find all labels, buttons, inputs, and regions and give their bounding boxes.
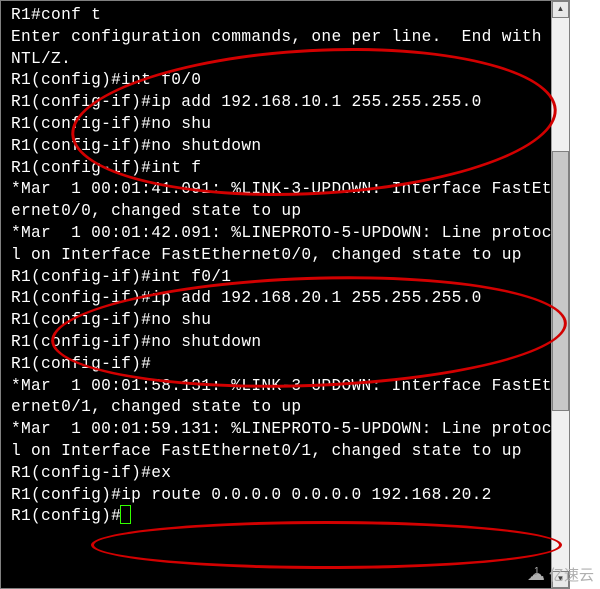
terminal-line: *Mar 1 00:01:58.131: %LINK-3-UPDOWN: Int… xyxy=(11,377,562,417)
scroll-up-button[interactable]: ▲ xyxy=(552,1,569,18)
cloud-icon: ☁ xyxy=(527,564,545,585)
watermark: ☁ 亿速云 xyxy=(527,564,594,585)
terminal-line: R1(config)#int f0/0 xyxy=(11,71,201,89)
terminal-line: *Mar 1 00:01:42.091: %LINEPROTO-5-UPDOWN… xyxy=(11,224,562,264)
terminal-line: R1(config)#ip route 0.0.0.0 0.0.0.0 192.… xyxy=(11,486,492,504)
terminal-line: R1(config-if)#no shutdown xyxy=(11,333,261,351)
vertical-scrollbar[interactable]: ▲ ▼ xyxy=(551,1,569,588)
terminal-line: *Mar 1 00:01:41.091: %LINK-3-UPDOWN: Int… xyxy=(11,180,562,220)
watermark-text: 亿速云 xyxy=(549,564,594,585)
terminal-output: R1#conf t Enter configuration commands, … xyxy=(11,5,569,588)
terminal-prompt: R1(config)# xyxy=(11,507,121,525)
terminal-line: R1#conf t xyxy=(11,6,101,24)
scroll-thumb[interactable] xyxy=(552,151,569,411)
terminal-window[interactable]: R1#conf t Enter configuration commands, … xyxy=(0,0,570,589)
terminal-line: R1(config-if)#no shu xyxy=(11,115,211,133)
terminal-line: R1(config-if)# xyxy=(11,355,151,373)
terminal-line: R1(config-if)#no shu xyxy=(11,311,211,329)
terminal-line: R1(config-if)#int f xyxy=(11,159,201,177)
terminal-line: R1(config-if)#ip add 192.168.20.1 255.25… xyxy=(11,289,482,307)
terminal-line: R1(config-if)#no shutdown xyxy=(11,137,261,155)
terminal-line: R1(config-if)#ex xyxy=(11,464,171,482)
terminal-line: R1(config-if)#ip add 192.168.10.1 255.25… xyxy=(11,93,482,111)
terminal-cursor[interactable] xyxy=(121,506,130,523)
terminal-line: R1(config-if)#int f0/1 xyxy=(11,268,231,286)
terminal-line: Enter configuration commands, one per li… xyxy=(11,28,562,68)
terminal-line: *Mar 1 00:01:59.131: %LINEPROTO-5-UPDOWN… xyxy=(11,420,562,460)
